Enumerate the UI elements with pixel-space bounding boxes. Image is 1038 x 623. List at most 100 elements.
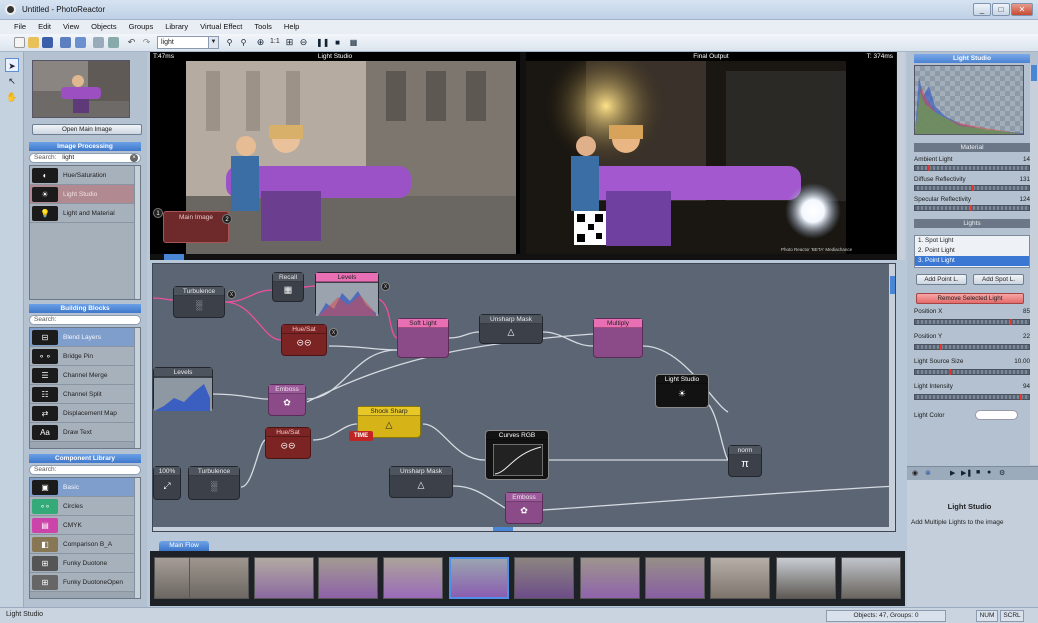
light-item-selected[interactable]: 3. Point Light	[915, 256, 1029, 266]
add-point-light-button[interactable]: Add Point L.	[916, 274, 967, 285]
copy-icon[interactable]	[93, 37, 104, 48]
list-item[interactable]: ◐ Hue/Saturation	[30, 166, 140, 185]
undo-icon[interactable]: ↶	[126, 37, 137, 48]
remove-selected-light-button[interactable]: Remove Selected Light	[916, 293, 1024, 304]
node-badge[interactable]: X	[329, 328, 338, 337]
binoculars-next-icon[interactable]: ⚲	[238, 37, 249, 48]
menu-view[interactable]: View	[57, 20, 85, 31]
stop-icon[interactable]: ■	[976, 469, 980, 476]
history-thumbnail-selected[interactable]	[449, 557, 509, 599]
list-item[interactable]: ⚬⚬ Bridge Pin	[30, 347, 140, 366]
list-item[interactable]: ☀ Light Studio	[30, 185, 140, 204]
node-graph-canvas[interactable]: Turbulence ░ X Recall ▦ Levels X Hue/Sat ⊝⊝…	[152, 263, 896, 532]
list-item[interactable]: ◧ Comparison B_A	[30, 535, 140, 554]
play-icon[interactable]: ▶	[950, 469, 955, 477]
history-thumbnail[interactable]	[318, 557, 378, 599]
history-thumbnail[interactable]	[841, 557, 901, 599]
add-spot-light-button[interactable]: Add Spot L.	[973, 274, 1024, 285]
new-file-icon[interactable]	[14, 37, 25, 48]
slider-handle[interactable]	[1020, 394, 1023, 400]
slider-handle[interactable]	[1010, 319, 1013, 325]
list-scrollbar[interactable]	[134, 166, 140, 299]
slider-handle[interactable]	[972, 185, 975, 191]
history-thumbnail[interactable]	[580, 557, 640, 599]
unsharp-mask-node-2[interactable]: Unsharp Mask △	[389, 466, 453, 498]
save-icon[interactable]	[42, 37, 53, 48]
menu-objects[interactable]: Objects	[85, 20, 122, 31]
menu-virtual-effect[interactable]: Virtual Effect	[194, 20, 248, 31]
position-y-slider[interactable]	[914, 344, 1030, 350]
pause-icon[interactable]: ❚❚	[316, 37, 329, 48]
history-thumbnail[interactable]	[254, 557, 314, 599]
image-processing-search[interactable]: Search: light ×	[29, 153, 141, 163]
menu-edit[interactable]: Edit	[32, 20, 57, 31]
history-thumbnail[interactable]	[189, 557, 249, 599]
light-intensity-slider[interactable]	[914, 394, 1030, 400]
curves-rgb-node[interactable]: Curves RGB	[485, 430, 549, 480]
zoom-node[interactable]: 100% ⤢	[153, 466, 181, 500]
position-x-slider[interactable]	[914, 319, 1030, 325]
zoom-out-icon[interactable]: ⊖	[298, 37, 309, 48]
diffuse-reflectivity-slider[interactable]	[914, 185, 1030, 191]
zoom-in-icon[interactable]: ⊕	[255, 37, 266, 48]
slider-handle[interactable]	[948, 369, 951, 375]
list-item[interactable]: ⊞ Funky Duotone	[30, 554, 140, 573]
save-all-icon[interactable]	[60, 37, 71, 48]
record-icon[interactable]: ●	[987, 469, 991, 476]
list-item[interactable]: ∘∘ Circles	[30, 497, 140, 516]
unsharp-mask-node[interactable]: Unsharp Mask △	[479, 314, 543, 344]
list-item[interactable]: ⊟ Blend Layers	[30, 328, 140, 347]
building-blocks-search[interactable]: Search:	[29, 315, 141, 325]
paste-icon[interactable]	[108, 37, 119, 48]
node-badge-1[interactable]: 1	[153, 208, 163, 218]
redo-icon[interactable]: ↷	[141, 37, 152, 48]
menu-groups[interactable]: Groups	[123, 20, 160, 31]
norm-node[interactable]: norm π	[728, 445, 762, 477]
list-item[interactable]: Aa Draw Text	[30, 423, 140, 442]
main-image-thumbnail[interactable]	[32, 60, 130, 118]
close-button[interactable]: ✕	[1011, 3, 1033, 16]
light-studio-preview[interactable]: 1 Main Image 2	[150, 61, 520, 254]
levels-node-2[interactable]: Levels	[153, 367, 213, 411]
hand-icon[interactable]: ✋	[5, 90, 19, 104]
history-thumbnail[interactable]	[776, 557, 836, 599]
globe-icon[interactable]: ⊗	[925, 469, 931, 477]
light-item[interactable]: 2. Point Light	[915, 246, 1029, 256]
light-item[interactable]: 1. Spot Light	[915, 236, 1029, 246]
turbulence-node-2[interactable]: Turbulence ░	[188, 466, 240, 500]
hue-sat-node[interactable]: Hue/Sat ⊝⊝	[281, 324, 327, 356]
open-main-image-button[interactable]: Open Main Image	[32, 124, 142, 135]
right-panel-scrollbar[interactable]	[1030, 65, 1038, 465]
list-item[interactable]: ⊞ Funky DuotoneOpen	[30, 573, 140, 592]
final-output-preview[interactable]: Photo Reactor 'BETA' Mediachance	[526, 61, 896, 254]
list-item[interactable]: ▣ Basic	[30, 478, 140, 497]
slider-handle[interactable]	[939, 344, 942, 350]
node-badge[interactable]: X	[381, 282, 390, 291]
graph-vertical-scrollbar[interactable]	[889, 264, 895, 531]
list-item[interactable]: ☰ Channel Merge	[30, 366, 140, 385]
list-scrollbar[interactable]	[134, 478, 140, 598]
menu-help[interactable]: Help	[278, 20, 305, 31]
clear-search-icon[interactable]: ×	[130, 154, 138, 162]
fit-icon[interactable]: ⊞	[284, 37, 295, 48]
light-color-swatch[interactable]	[975, 410, 1018, 420]
zoom-1to1-button[interactable]: 1:1	[270, 38, 280, 45]
soft-light-node[interactable]: Soft Light	[397, 318, 449, 358]
list-item[interactable]: ⇄ Displacement Map	[30, 404, 140, 423]
eye-icon[interactable]: ◉	[912, 469, 918, 477]
select-arrow-icon[interactable]: ➤	[5, 58, 19, 72]
component-library-search[interactable]: Search:	[29, 465, 141, 475]
emboss-node-2[interactable]: Emboss ✿	[505, 492, 543, 524]
levels-node[interactable]: Levels	[315, 272, 379, 316]
time-badge[interactable]: TIME	[349, 431, 373, 441]
list-item[interactable]: ☷ Channel Split	[30, 385, 140, 404]
open-folder-icon[interactable]	[28, 37, 39, 48]
preview-splitter-handle[interactable]	[164, 254, 184, 260]
minimize-button[interactable]: _	[973, 3, 991, 16]
light-source-size-slider[interactable]	[914, 369, 1030, 375]
scroll-thumb[interactable]	[890, 276, 895, 294]
list-item[interactable]: 💡 Light and Material	[30, 204, 140, 223]
main-image-node[interactable]: Main Image	[163, 211, 229, 243]
step-icon[interactable]: ▶❚	[961, 469, 972, 477]
menu-tools[interactable]: Tools	[248, 20, 278, 31]
